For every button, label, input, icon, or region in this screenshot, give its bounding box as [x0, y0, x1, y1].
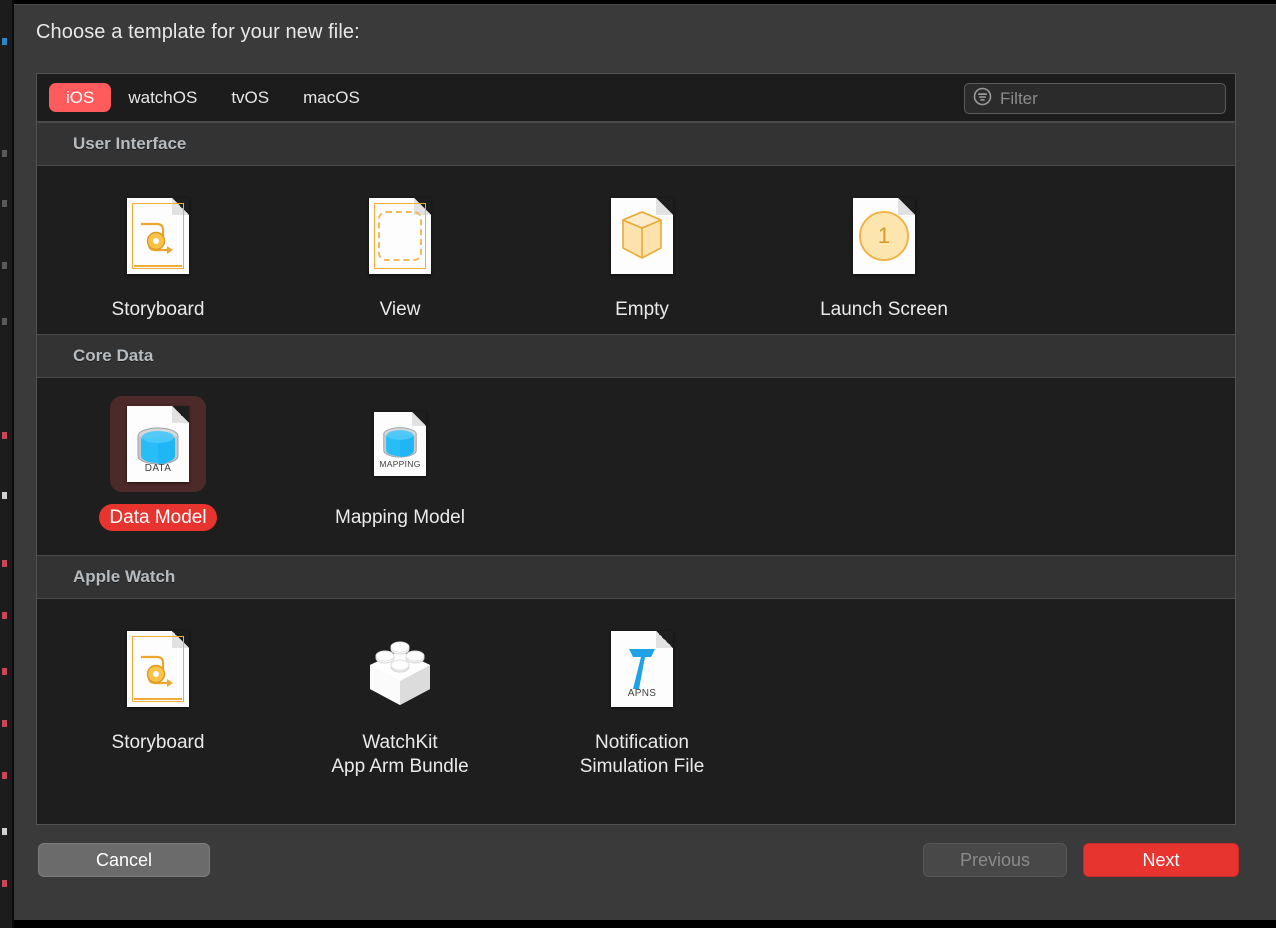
- template-list[interactable]: User Interface Storyboard View Empty 1 L…: [37, 122, 1235, 824]
- data-model-document-icon: DATA: [110, 395, 206, 492]
- tab-ios[interactable]: iOS: [49, 82, 112, 113]
- section-title: Core Data: [73, 345, 154, 365]
- template-label: Notification Simulation File: [579, 732, 705, 777]
- document-caption: DATA: [144, 462, 172, 474]
- template-cell-notification-simulation[interactable]: APNS Notification Simulation File: [521, 617, 763, 780]
- empty-cube-document-icon: [594, 188, 690, 284]
- template-label: Storyboard: [111, 299, 205, 320]
- filter-placeholder-text: Filter: [1000, 88, 1038, 108]
- template-label: Data Model: [99, 503, 217, 532]
- tab-tvos[interactable]: tvOS: [214, 83, 286, 113]
- template-cell-view[interactable]: View: [279, 184, 521, 324]
- page-title: Choose a template for your new file:: [36, 21, 360, 43]
- template-label: Mapping Model: [335, 506, 465, 528]
- filter-input[interactable]: Filter: [964, 83, 1226, 114]
- section-body-apple-watch: Storyboard WatchKit App Arm Bundle APNS …: [37, 599, 1235, 791]
- template-label: Empty: [615, 299, 669, 320]
- tab-macos[interactable]: macOS: [286, 83, 377, 113]
- launch-number-badge: 1: [859, 211, 909, 261]
- view-document-icon: [352, 188, 448, 284]
- tab-watchos[interactable]: watchOS: [111, 83, 214, 113]
- template-cell-watch-storyboard[interactable]: Storyboard: [37, 617, 279, 780]
- template-cell-empty[interactable]: Empty: [521, 184, 763, 324]
- template-label: View: [379, 299, 421, 320]
- template-cell-launch-screen[interactable]: 1 Launch Screen: [763, 184, 1005, 324]
- storyboard-document-icon: [110, 188, 206, 284]
- storyboard-document-icon: [110, 621, 206, 717]
- filter-circle-icon: [973, 87, 992, 111]
- section-body-core-data: DATA Data Model MAPPING Mapping Model: [37, 377, 1235, 556]
- background-window-sliver: [0, 0, 14, 928]
- document-caption: APNS: [627, 688, 657, 700]
- template-cell-data-model[interactable]: DATA Data Model: [37, 392, 279, 532]
- section-title: User Interface: [73, 134, 187, 153]
- section-title: Apple Watch: [73, 567, 176, 587]
- cancel-button[interactable]: Cancel: [38, 843, 210, 877]
- template-label: Launch Screen: [820, 299, 948, 320]
- platform-tab-bar: iOS watchOS tvOS macOS Filter: [37, 74, 1235, 122]
- watchkit-brick-icon: [352, 621, 448, 717]
- template-cell-mapping-model[interactable]: MAPPING Mapping Model: [279, 392, 521, 532]
- section-header-core-data: Core Data: [37, 333, 1235, 378]
- mapping-model-document-icon: MAPPING: [352, 396, 448, 492]
- template-cell-watchkit-app[interactable]: WatchKit App Arm Bundle: [279, 617, 521, 780]
- template-cell-storyboard[interactable]: Storyboard: [37, 184, 279, 324]
- document-caption: MAPPING: [379, 458, 421, 469]
- section-header-user-interface: User Interface: [37, 122, 1235, 166]
- new-file-template-dialog: Choose a template for your new file: iOS…: [14, 4, 1276, 920]
- previous-button[interactable]: Previous: [923, 843, 1067, 877]
- section-body-user-interface: Storyboard View Empty 1 Launch Screen: [37, 166, 1235, 334]
- template-browser-panel: iOS watchOS tvOS macOS Filter User Inter…: [36, 73, 1236, 825]
- next-button[interactable]: Next: [1083, 843, 1239, 877]
- template-label: WatchKit App Arm Bundle: [331, 732, 469, 777]
- section-header-apple-watch: Apple Watch: [37, 555, 1235, 600]
- notification-apns-document-icon: APNS: [594, 621, 690, 717]
- launch-screen-document-icon: 1: [836, 188, 932, 284]
- template-label: Storyboard: [111, 732, 205, 754]
